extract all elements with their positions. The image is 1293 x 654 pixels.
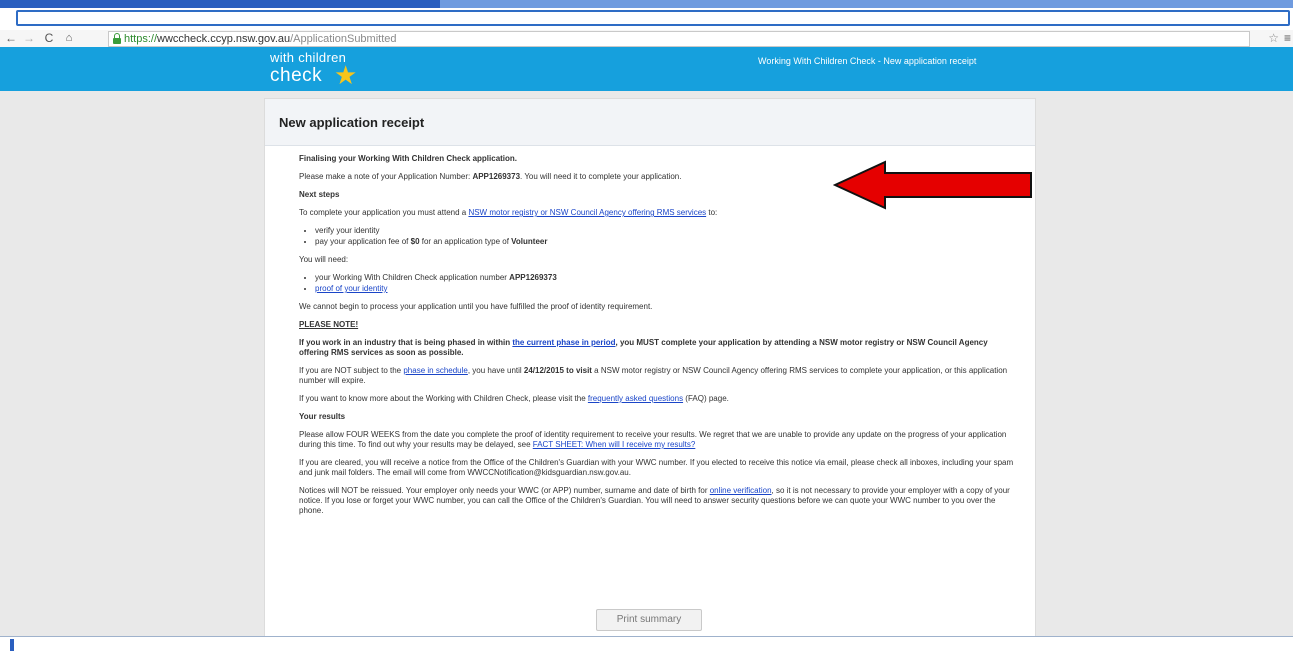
page-title: New application receipt [279, 115, 425, 130]
logo-star-icon: ★ [334, 60, 358, 90]
phase-in-schedule-link[interactable]: phase in schedule [403, 366, 468, 375]
industry-warning: If you work in an industry that is being… [299, 338, 1014, 358]
red-arrow-icon [833, 160, 1032, 210]
your-results-heading: Your results [299, 412, 346, 421]
header-title: Working With Children Check - New applic… [758, 56, 977, 66]
lock-icon [113, 33, 121, 44]
tab-strip-bar-right [440, 0, 1293, 8]
home-icon[interactable]: ⌂ [62, 30, 76, 47]
faq-text: If you want to know more about the Worki… [299, 394, 1014, 404]
forward-icon[interactable]: → [22, 30, 36, 47]
site-header: with children check ★ Working With Child… [0, 47, 1293, 91]
not-subject-mid: , you have until [467, 366, 524, 375]
online-verification-link[interactable]: online verification [710, 486, 772, 495]
list-item: verify your identity [315, 226, 1014, 236]
notices-start: Notices will NOT be reissued. Your emplo… [299, 486, 710, 495]
faq-link[interactable]: frequently asked questions [588, 394, 683, 403]
attend-text: To complete your application you must at… [299, 208, 469, 217]
please-note-heading: PLEASE NOTE! [299, 320, 359, 329]
attend-text-end: to: [706, 208, 718, 217]
tab-strip [0, 0, 1293, 30]
logo-text-main: check [270, 65, 323, 86]
needs-list: your Working With Children Check applica… [299, 273, 1014, 294]
faq-start: If you want to know more about the Worki… [299, 394, 588, 403]
need-text: your Working With Children Check applica… [315, 273, 510, 282]
url-field[interactable]: https://wwccheck.ccyp.nsw.gov.au/Applica… [108, 31, 1250, 47]
fact-sheet-link[interactable]: FACT SHEET: When will I receive my resul… [533, 440, 696, 449]
faq-end: (FAQ) page. [683, 394, 729, 403]
you-will-need-label: You will need: [299, 255, 349, 264]
application-type: Volunteer [511, 237, 548, 246]
print-summary-button[interactable]: Print summary [596, 609, 702, 631]
application-number: APP1269373 [472, 172, 521, 181]
current-phase-link[interactable]: the current phase in period [512, 338, 615, 347]
application-number: APP1269373 [509, 273, 557, 282]
menu-icon[interactable]: ≡ [1284, 30, 1291, 47]
fee-amount: $0 [410, 237, 420, 246]
tab-strip-bar [0, 0, 440, 8]
bottom-marker [10, 639, 14, 651]
list-item: your Working With Children Check applica… [315, 273, 1014, 283]
steps-list: verify your identity pay your applicatio… [299, 226, 1014, 247]
reload-icon[interactable]: C [42, 30, 56, 47]
proof-of-identity-link[interactable]: proof of your identity [315, 284, 387, 293]
fee-text: pay your application fee of [315, 237, 411, 246]
not-subject-text: If you are NOT subject to the phase in s… [299, 366, 1014, 386]
active-tab[interactable] [16, 10, 1290, 26]
rms-services-link[interactable]: NSW motor registry or NSW Council Agency… [468, 208, 706, 217]
back-icon[interactable]: ← [4, 30, 18, 47]
url-host: wwccheck.ccyp.nsw.gov.au [157, 33, 291, 45]
url-path: /ApplicationSubmitted [290, 33, 397, 45]
not-subject-start: If you are NOT subject to the [299, 366, 404, 375]
panel-header: New application receipt [265, 99, 1035, 146]
results-text: Please allow FOUR WEEKS from the date yo… [299, 430, 1014, 450]
bottom-bar [0, 636, 1293, 654]
address-bar: ← → C ⌂ https://wwccheck.ccyp.nsw.gov.au… [0, 30, 1293, 48]
list-item: pay your application fee of $0 for an ap… [315, 237, 1014, 247]
star-icon[interactable]: ☆ [1268, 30, 1279, 47]
fee-text-mid: for an application type of [419, 237, 512, 246]
list-item: proof of your identity [315, 284, 1014, 294]
note-text: Please make a note of your Application N… [299, 172, 473, 181]
note-text-end: . You will need it to complete your appl… [520, 172, 682, 181]
industry-text: If you work in an industry that is being… [299, 338, 513, 347]
expiry-date: 24/12/2015 to visit [523, 366, 592, 375]
cannot-process-text: We cannot begin to process your applicat… [299, 302, 653, 311]
notices-text: Notices will NOT be reissued. Your emplo… [299, 486, 1014, 516]
cleared-text: If you are cleared, you will receive a n… [299, 458, 1014, 477]
url-scheme: https:// [124, 33, 158, 45]
